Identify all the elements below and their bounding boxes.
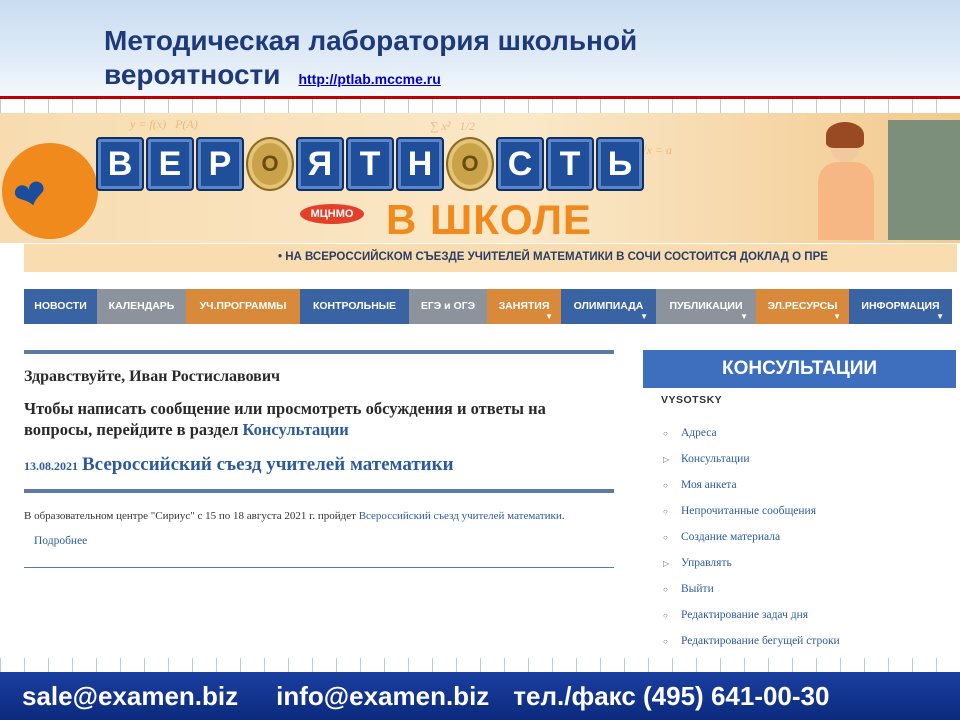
letter-tile: Я (296, 137, 344, 191)
footer-email-sale[interactable]: sale@examen.biz (22, 681, 238, 712)
read-more-link[interactable]: Подробнее (34, 535, 614, 547)
news-body-link[interactable]: Всероссийский съезд учителей математики (359, 510, 562, 522)
consultation-message: Чтобы написать сообщение или просмотреть… (24, 399, 546, 439)
menu-item-programs[interactable]: УЧ.ПРОГРАММЫ (186, 289, 300, 324)
news-body: В образовательном центре "Сириус" с 15 п… (24, 510, 565, 522)
news-headline: 13.08.2021 Всероссийский съезд учителей м… (24, 454, 614, 477)
circle-bullet-icon: ○ (663, 610, 668, 620)
site-link[interactable]: http://ptlab.mccme.ru (298, 71, 440, 87)
news-date: 13.08.2021 (24, 459, 78, 473)
letter-tile: Ь (596, 137, 644, 191)
menu-item-exams[interactable]: ЕГЭ и ОГЭ (409, 289, 487, 324)
sidebar-item-logout[interactable]: ○ Выйти (643, 576, 956, 602)
coin-tile: О (446, 137, 494, 191)
banner-title-tiles: В Е Р О Я Т Н О С Т Ь (96, 137, 644, 191)
slide-title-line2: вероятности (104, 59, 281, 90)
sidebar-item-unread[interactable]: ○ Непрочитанные сообщения (643, 498, 956, 524)
footer-email-info[interactable]: info@examen.biz (276, 681, 489, 712)
slide-header: Методическая лаборатория школьной вероят… (0, 0, 960, 97)
chalkboard-illustration (888, 120, 960, 240)
menu-item-info[interactable]: ИНФОРМАЦИЯ ▼ (849, 289, 952, 324)
sidebar-title: КОНСУЛЬТАЦИИ (643, 350, 956, 388)
menu-item-news[interactable]: НОВОСТИ (24, 289, 97, 324)
consultations-sidebar: КОНСУЛЬТАЦИИ VYSOTSKY ○ Адреса ▷ Консульта… (643, 350, 956, 654)
ticker-text: • НА ВСЕРОССИЙСКОМ СЪЕЗДЕ УЧИТЕЛЕЙ МАТЕМ… (278, 251, 828, 263)
circle-bullet-icon: ○ (663, 636, 668, 646)
menu-item-tests[interactable]: КОНТРОЛЬНЫЕ (300, 289, 409, 324)
next-news-fragment (114, 576, 614, 588)
consultation-link[interactable]: Консультации (243, 420, 349, 439)
banner-formula: y = f(x) P(A) (130, 117, 198, 131)
letter-tile: Т (346, 137, 394, 191)
circle-bullet-icon: ○ (663, 480, 668, 490)
coin-tile: О (246, 137, 294, 191)
sidebar-item-create[interactable]: ○ Создание материала (643, 524, 956, 550)
banner-formula: √x = a (640, 143, 673, 157)
news-bottom-divider (24, 567, 614, 568)
footer-phone: тел./факс (495) 641-00-30 (513, 680, 830, 711)
dropdown-arrow-icon: ▼ (936, 312, 944, 321)
sidebar-item-profile[interactable]: ○ Моя анкета (643, 472, 956, 498)
triangle-bullet-icon: ▷ (663, 558, 670, 568)
news-divider (24, 489, 614, 493)
letter-tile: Т (546, 137, 594, 191)
news-ticker[interactable]: • НА ВСЕРОССИЙСКОМ СЪЕЗДЕ УЧИТЕЛЕЙ МАТЕМ… (24, 244, 957, 272)
content-divider (24, 350, 614, 354)
publisher-logo: МЦНМО (300, 204, 364, 224)
banner-subtitle: В ШКОЛЕ (386, 196, 592, 243)
slide-title-line1: Методическая лаборатория школьной (104, 25, 638, 56)
greeting: Здравствуйте, Иван Ростиславович (24, 368, 281, 385)
circle-bullet-icon: ○ (663, 532, 668, 542)
menu-item-calendar[interactable]: КАЛЕНДАРЬ (97, 289, 186, 324)
sidebar-item-addresses[interactable]: ○ Адреса (643, 420, 956, 446)
dropdown-arrow-icon: ▼ (640, 312, 648, 321)
sidebar-item-edit-ticker[interactable]: ○ Редактирование бегущей строки (643, 628, 956, 654)
teacher-illustration (810, 120, 880, 240)
dropdown-arrow-icon: ▼ (545, 312, 553, 321)
letter-tile: Р (196, 137, 244, 191)
menu-item-olympiad[interactable]: ОЛИМПИАДА ▼ (561, 289, 656, 324)
sidebar-item-edit-tasks[interactable]: ○ Редактирование задач дня (643, 602, 956, 628)
circle-bullet-icon: ○ (663, 428, 668, 438)
banner-formula: ∑ x² 1/2 (430, 119, 475, 133)
sidebar-menu: ○ Адреса ▷ Консультации ○ Моя анкета ○ Непро… (643, 420, 956, 654)
menu-item-classes[interactable]: ЗАНЯТИЯ ▼ (487, 289, 561, 324)
triangle-bullet-icon: ▷ (663, 454, 670, 464)
bottom-dotted-rule (0, 658, 960, 672)
slide-title: Методическая лаборатория школьной вероят… (104, 24, 637, 92)
menu-item-publications[interactable]: ПУБЛИКАЦИИ ▼ (656, 289, 756, 324)
menu-item-e-resources[interactable]: ЭЛ.РЕСУРСЫ ▼ (756, 289, 849, 324)
sidebar-item-manage[interactable]: ▷ Управлять (643, 550, 956, 576)
top-dotted-rule (0, 99, 960, 113)
letter-tile: Н (396, 137, 444, 191)
letter-tile: В (96, 137, 144, 191)
letter-tile: С (496, 137, 544, 191)
dropdown-arrow-icon: ▼ (740, 312, 748, 321)
news-title-link[interactable]: Всероссийский съезд учителей математики (82, 454, 454, 475)
circle-bullet-icon: ○ (663, 584, 668, 594)
sidebar-item-consultations[interactable]: ▷ Консультации (643, 446, 956, 472)
main-content: Здравствуйте, Иван Ростиславович Чтобы н… (24, 350, 614, 588)
dropdown-arrow-icon: ▼ (833, 312, 841, 321)
main-menu: НОВОСТИ КАЛЕНДАРЬ УЧ.ПРОГРАММЫ КОНТРОЛЬН… (24, 289, 952, 324)
circle-bullet-icon: ○ (663, 506, 668, 516)
letter-tile: Е (146, 137, 194, 191)
contact-footer: sale@examen.biz info@examen.biz тел./фак… (0, 672, 960, 720)
sidebar-username: VYSOTSKY (661, 394, 723, 406)
